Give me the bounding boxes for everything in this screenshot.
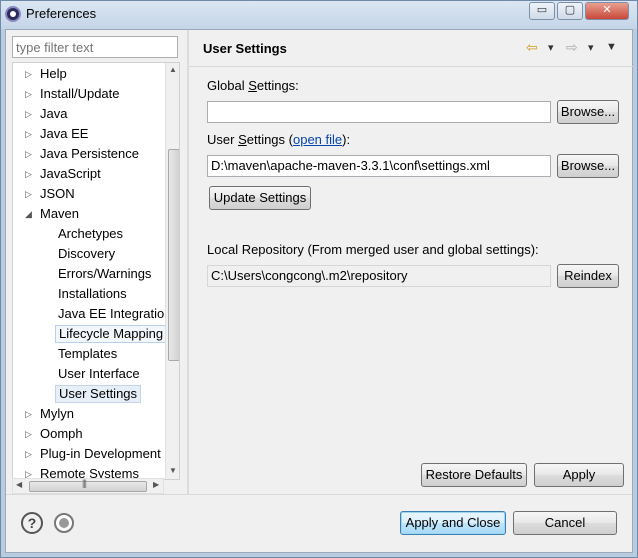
- scroll-left-arrow-icon[interactable]: ◀: [16, 480, 22, 489]
- tree-item-label: User Settings: [59, 386, 138, 401]
- filter-input[interactable]: [12, 36, 178, 58]
- local-repository-label: Local Repository (From merged user and g…: [207, 242, 539, 257]
- scroll-down-arrow-icon[interactable]: ▼: [169, 466, 177, 475]
- tree-item-label: Templates: [58, 346, 118, 361]
- expand-arrow-icon[interactable]: ▷: [25, 125, 35, 143]
- tree-item[interactable]: Install/Update: [37, 85, 123, 103]
- tree-item[interactable]: Java Persistence: [37, 145, 142, 163]
- expand-arrow-icon[interactable]: ▷: [25, 105, 35, 123]
- tree-item-label: Oomph: [40, 426, 83, 441]
- tree-item-label: Lifecycle Mapping: [59, 326, 164, 341]
- record-icon[interactable]: [54, 513, 74, 533]
- view-menu-icon[interactable]: ▼: [606, 41, 617, 53]
- forward-arrow-icon[interactable]: ⇨: [566, 39, 578, 56]
- tree-item[interactable]: Templates: [55, 345, 120, 363]
- tree-item[interactable]: Java EE: [37, 125, 91, 143]
- preference-tree: Help ▷ Install/Update ▷ Java ▷ Java EE ▷ Java Pe…: [12, 62, 180, 480]
- page-title: User Settings: [203, 41, 287, 56]
- expand-arrow-icon[interactable]: ▷: [25, 425, 35, 443]
- tree-item[interactable]: Oomph: [37, 425, 86, 443]
- browse-user-button[interactable]: Browse...: [557, 154, 619, 178]
- expand-arrow-icon[interactable]: ▷: [25, 405, 35, 423]
- update-settings-button[interactable]: Update Settings: [209, 186, 311, 210]
- tree-item-label: Archetypes: [58, 226, 124, 241]
- tree-item-label: Mylyn: [40, 406, 74, 421]
- tree-item[interactable]: User Settings: [55, 385, 142, 403]
- tree-item-label: Plug-in Development: [40, 446, 161, 461]
- expand-arrow-icon[interactable]: ▷: [25, 445, 35, 463]
- tree-item-label: Java: [40, 106, 68, 121]
- tree-item[interactable]: Discovery: [55, 245, 118, 263]
- title-bar[interactable]: Preferences ▭ ▢ ✕: [1, 1, 637, 29]
- restore-defaults-button[interactable]: Restore Defaults: [421, 463, 527, 487]
- title-divider: [189, 66, 633, 67]
- tree-item-label: Install/Update: [40, 86, 120, 101]
- window-title: Preferences: [26, 6, 97, 21]
- maximize-button[interactable]: ▢: [557, 2, 583, 20]
- dialog-body: Help ▷ Install/Update ▷ Java ▷ Java EE ▷ Java Pe…: [5, 29, 633, 553]
- forward-menu-chevron-icon[interactable]: ▾: [588, 41, 594, 54]
- tree-item-label: Java Persistence: [40, 146, 139, 161]
- preferences-window: Preferences ▭ ▢ ✕ Help ▷ Install/Update ▷ Ja…: [0, 0, 638, 558]
- user-settings-label: User Settings (open file):: [207, 132, 351, 147]
- tree-item[interactable]: Java EE Integration: [55, 305, 174, 323]
- close-button[interactable]: ✕: [585, 2, 629, 20]
- tree-horizontal-scrollbar[interactable]: ◀ ||| ▶: [12, 478, 164, 494]
- tree-hscroll-thumb[interactable]: |||: [29, 478, 147, 492]
- tree-item[interactable]: Lifecycle Mapping: [55, 325, 168, 343]
- expand-arrow-icon[interactable]: ▷: [25, 185, 35, 203]
- tree-item[interactable]: Installations: [55, 285, 130, 303]
- tree-item[interactable]: Maven: [37, 205, 82, 223]
- tree-item-label: Installations: [58, 286, 127, 301]
- tree-item-label: User Interface: [58, 366, 140, 381]
- expand-arrow-icon[interactable]: ▷: [25, 65, 35, 83]
- tree-scroll-thumb[interactable]: [168, 149, 179, 361]
- tree-vertical-scrollbar[interactable]: ▲ ▼: [165, 63, 179, 479]
- back-arrow-icon[interactable]: ⇦: [526, 39, 538, 56]
- apply-and-close-button[interactable]: Apply and Close: [400, 511, 506, 535]
- grip-icon: |||: [82, 478, 87, 488]
- expand-arrow-icon[interactable]: ▷: [25, 145, 35, 163]
- expand-arrow-icon[interactable]: ▷: [25, 165, 35, 183]
- tree-item-label: JavaScript: [40, 166, 101, 181]
- local-repository-field: C:\Users\congcong\.m2\repository: [207, 265, 551, 287]
- tree-item-label: Java EE: [40, 126, 89, 141]
- tree-item[interactable]: Errors/Warnings: [55, 265, 154, 283]
- tree-item[interactable]: Plug-in Development: [37, 445, 164, 463]
- browse-global-button[interactable]: Browse...: [557, 100, 619, 124]
- minimize-button[interactable]: ▭: [529, 2, 555, 20]
- apply-button[interactable]: Apply: [534, 463, 624, 487]
- global-settings-field[interactable]: [207, 101, 551, 123]
- help-icon[interactable]: ?: [21, 512, 43, 534]
- expand-arrow-icon[interactable]: ▷: [25, 85, 35, 103]
- cancel-button[interactable]: Cancel: [513, 511, 617, 535]
- panel-sash[interactable]: [187, 30, 189, 494]
- user-settings-field[interactable]: D:\maven\apache-maven-3.3.1\conf\setting…: [207, 155, 551, 177]
- tree-item-label: Help: [40, 66, 67, 81]
- scroll-up-arrow-icon[interactable]: ▲: [169, 65, 177, 74]
- open-file-link[interactable]: open file: [293, 132, 342, 147]
- tree-item-label: JSON: [40, 186, 75, 201]
- eclipse-app-icon: [5, 6, 21, 22]
- tree-item[interactable]: User Interface: [55, 365, 143, 383]
- tree-item[interactable]: Mylyn: [37, 405, 77, 423]
- tree-item[interactable]: Archetypes: [55, 225, 126, 243]
- tree-item[interactable]: JavaScript: [37, 165, 104, 183]
- reindex-button[interactable]: Reindex: [557, 264, 619, 288]
- tree-item[interactable]: Java: [37, 105, 70, 123]
- tree-item[interactable]: Help: [37, 65, 70, 83]
- tree-item-label: Java EE Integration: [58, 306, 172, 321]
- tree-item-label: Errors/Warnings: [58, 266, 152, 281]
- global-settings-label: Global Settings:: [207, 78, 299, 93]
- tree-item-label: Maven: [40, 206, 80, 221]
- back-menu-chevron-icon[interactable]: ▾: [548, 41, 554, 54]
- footer-divider: [6, 494, 632, 495]
- tree-item-label: Discovery: [58, 246, 116, 261]
- tree-item[interactable]: JSON: [37, 185, 78, 203]
- collapse-arrow-icon[interactable]: ◢: [25, 205, 35, 223]
- scroll-right-arrow-icon[interactable]: ▶: [153, 480, 159, 489]
